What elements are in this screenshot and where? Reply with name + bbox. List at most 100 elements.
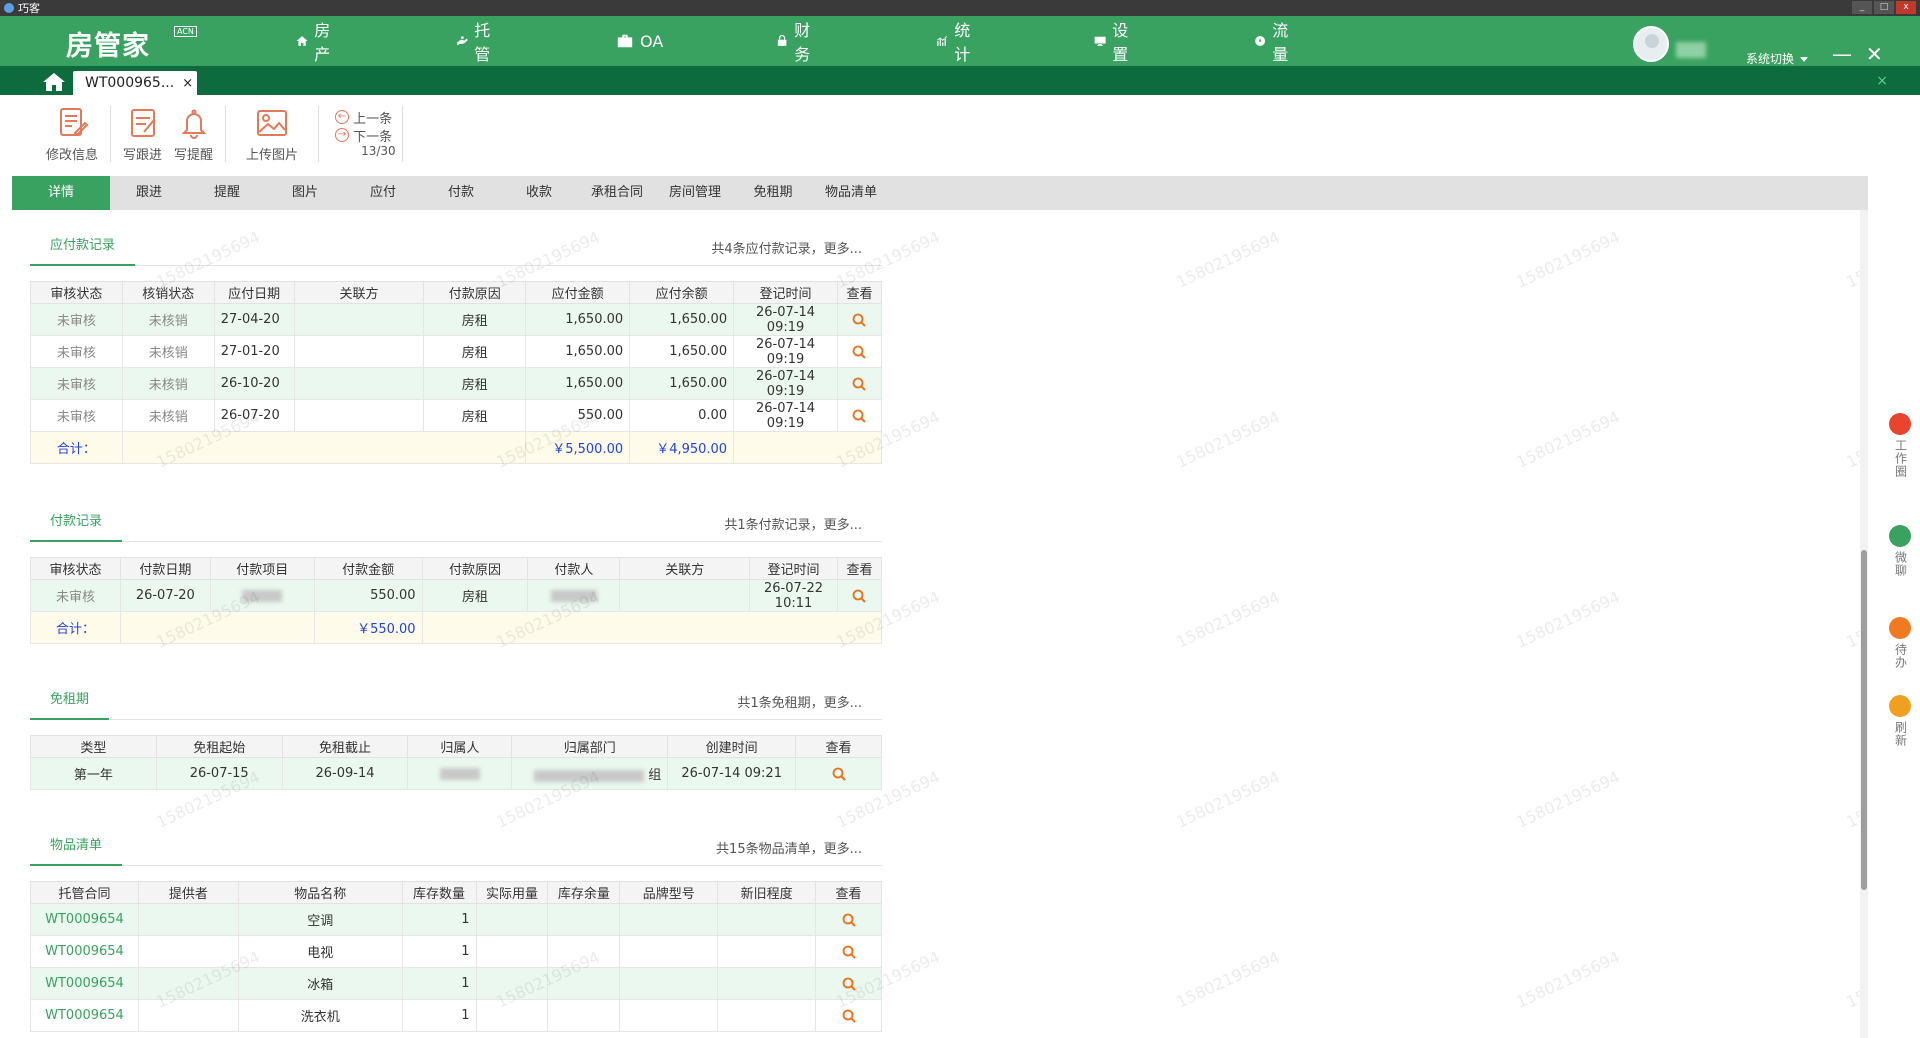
column-header[interactable]: 关联方 <box>619 557 751 580</box>
app-close-button[interactable]: ✕ <box>1866 44 1883 64</box>
column-header[interactable]: 付款原因 <box>423 281 527 304</box>
items-more-link[interactable]: 共15条物品清单，更多... <box>716 838 862 857</box>
payable-more-link[interactable]: 共4条应付款记录，更多... <box>711 238 862 257</box>
prev-record-button[interactable]: ← 上一条 <box>335 108 396 127</box>
column-header[interactable]: 品牌型号 <box>619 881 719 904</box>
column-header[interactable]: 付款金额 <box>313 557 423 580</box>
payments-more-link[interactable]: 共1条付款记录，更多... <box>724 514 862 533</box>
view-cell[interactable] <box>836 335 883 368</box>
window-maximize-button[interactable]: □ <box>1874 1 1894 14</box>
write-reminder-button[interactable]: 写提醒 <box>168 102 219 168</box>
table-row[interactable]: 未审核 未核销 27-01-20 房租 1,650.00 1,650.00 26-07-14… <box>30 335 883 368</box>
window-minimize-button[interactable]: _ <box>1852 1 1872 14</box>
upload-image-button[interactable]: 上传图片 <box>232 102 312 168</box>
nav-item-finance[interactable]: 财务 <box>776 16 816 66</box>
app-minimize-button[interactable]: — <box>1832 44 1852 64</box>
avatar[interactable] <box>1633 26 1669 62</box>
nav-item-settings[interactable]: 设置 <box>1094 16 1134 66</box>
column-header[interactable]: 查看 <box>836 281 883 304</box>
search-icon[interactable] <box>841 976 857 992</box>
column-header[interactable]: 类型 <box>30 735 157 758</box>
search-icon[interactable] <box>841 1008 857 1024</box>
column-header[interactable]: 付款人 <box>527 557 621 580</box>
edit-info-button[interactable]: 修改信息 <box>40 102 104 168</box>
view-cell[interactable] <box>815 935 882 968</box>
column-header[interactable]: 核销状态 <box>121 281 215 304</box>
column-header[interactable]: 付款日期 <box>119 557 211 580</box>
view-cell[interactable] <box>836 399 883 432</box>
column-header[interactable]: 免租截止 <box>281 735 409 758</box>
close-icon[interactable]: × <box>182 76 193 91</box>
table-row[interactable]: 未审核 未核销 26-10-20 房租 1,650.00 1,650.00 26-07-14… <box>30 367 883 400</box>
column-header[interactable]: 实际用量 <box>475 881 549 904</box>
table-row[interactable]: 第一年 26-07-15 26-09-14 组 26-07-14 09:21 <box>30 757 882 790</box>
tab-document[interactable]: WT000965... × <box>73 71 197 95</box>
system-switch-dropdown[interactable]: 系统切换 <box>1746 50 1809 67</box>
column-header[interactable]: 登记时间 <box>733 281 838 304</box>
column-header[interactable]: 查看 <box>815 881 882 904</box>
table-row[interactable]: WT0009654 电视 1 <box>30 935 882 968</box>
view-cell[interactable] <box>836 367 883 400</box>
right-panel-chat[interactable]: 微聊 <box>1880 525 1920 577</box>
next-record-button[interactable]: → 下一条 <box>335 126 396 145</box>
search-icon[interactable] <box>851 376 867 392</box>
view-cell[interactable] <box>836 579 883 612</box>
view-cell[interactable] <box>815 967 882 1000</box>
contract-link[interactable]: WT0009654 <box>30 999 139 1032</box>
column-header[interactable]: 归属人 <box>407 735 513 758</box>
column-header[interactable]: 应付金额 <box>525 281 631 304</box>
column-header[interactable]: 免租起始 <box>155 735 283 758</box>
close-all-tabs-button[interactable]: × <box>1876 73 1888 89</box>
table-row[interactable]: WT0009654 洗衣机 1 <box>30 999 882 1032</box>
column-header[interactable]: 应付余额 <box>629 281 735 304</box>
search-icon[interactable] <box>851 588 867 604</box>
column-header[interactable]: 查看 <box>795 735 882 758</box>
search-icon[interactable] <box>851 312 867 328</box>
home-icon[interactable] <box>42 72 66 92</box>
contract-link[interactable]: WT0009654 <box>30 967 139 1000</box>
items-section-title[interactable]: 物品清单 <box>30 826 123 866</box>
right-panel-todo[interactable]: 待办 <box>1880 617 1920 669</box>
nav-item-traffic[interactable]: 流量 <box>1254 16 1294 66</box>
tab-9[interactable]: 免租期 <box>734 176 812 210</box>
column-header[interactable]: 归属部门 <box>511 735 669 758</box>
tab-7[interactable]: 承租合同 <box>578 176 656 210</box>
free-rent-more-link[interactable]: 共1条免租期，更多... <box>737 692 862 711</box>
column-header[interactable]: 物品名称 <box>237 881 403 904</box>
search-icon[interactable] <box>841 912 857 928</box>
tab-1[interactable]: 跟进 <box>110 176 188 210</box>
right-panel-camera[interactable]: 工作圈 <box>1880 413 1920 478</box>
payments-section-title[interactable]: 付款记录 <box>30 502 123 542</box>
tab-10[interactable]: 物品清单 <box>812 176 890 210</box>
column-header[interactable]: 审核状态 <box>30 281 123 304</box>
tab-8[interactable]: 房间管理 <box>656 176 734 210</box>
right-panel-refresh[interactable]: 刷新 <box>1880 695 1920 747</box>
search-icon[interactable] <box>851 344 867 360</box>
view-cell[interactable] <box>815 903 882 936</box>
nav-item-custody[interactable]: 托管 <box>456 16 496 66</box>
window-close-button[interactable]: x <box>1896 1 1916 14</box>
search-icon[interactable] <box>831 766 847 782</box>
view-cell[interactable] <box>815 999 882 1032</box>
tab-5[interactable]: 付款 <box>422 176 500 210</box>
column-header[interactable]: 提供者 <box>137 881 239 904</box>
contract-link[interactable]: WT0009654 <box>30 935 139 968</box>
contract-link[interactable]: WT0009654 <box>30 903 139 936</box>
column-header[interactable]: 付款原因 <box>421 557 529 580</box>
tab-3[interactable]: 图片 <box>266 176 344 210</box>
column-header[interactable]: 付款项目 <box>209 557 315 580</box>
column-header[interactable]: 创建时间 <box>667 735 797 758</box>
nav-item-statistics[interactable]: 统计 <box>936 16 976 66</box>
nav-item-oa[interactable]: OA <box>616 16 663 66</box>
tab-2[interactable]: 提醒 <box>188 176 266 210</box>
tab-0[interactable]: 详情 <box>12 176 110 210</box>
column-header[interactable]: 登记时间 <box>749 557 838 580</box>
column-header[interactable]: 查看 <box>836 557 883 580</box>
column-header[interactable]: 审核状态 <box>30 557 121 580</box>
payable-section-title[interactable]: 应付款记录 <box>30 226 136 266</box>
table-row[interactable]: WT0009654 空调 1 <box>30 903 882 936</box>
column-header[interactable]: 关联方 <box>293 281 425 304</box>
view-cell[interactable] <box>795 757 882 790</box>
column-header[interactable]: 库存数量 <box>401 881 477 904</box>
table-row[interactable]: WT0009654 冰箱 1 <box>30 967 882 1000</box>
